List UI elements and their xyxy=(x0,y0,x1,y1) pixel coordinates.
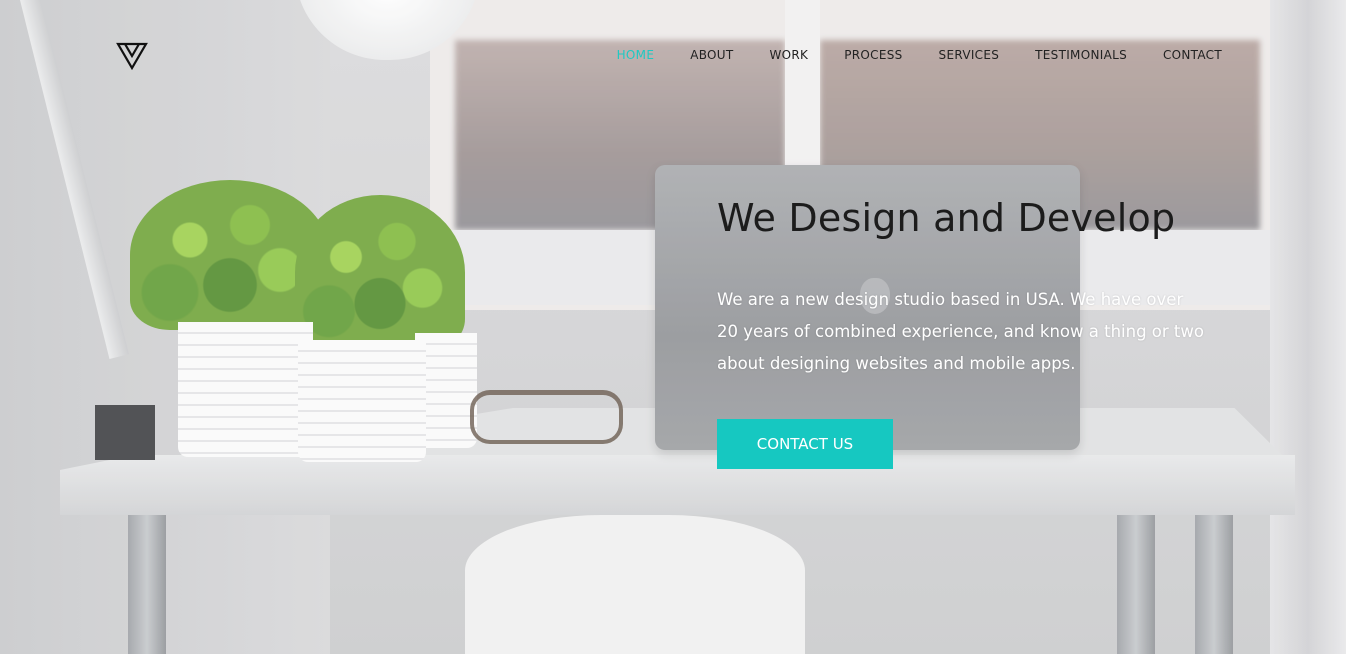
nav-link-work[interactable]: WORK xyxy=(770,48,809,62)
nav-item-process: PROCESS xyxy=(844,46,902,64)
nav-item-about: ABOUT xyxy=(690,46,733,64)
nav-link-process[interactable]: PROCESS xyxy=(844,48,902,62)
nav-item-home: HOME xyxy=(617,46,655,64)
site-logo[interactable] xyxy=(116,42,148,71)
main-navigation: HOME ABOUT WORK PROCESS SERVICES TESTIMO… xyxy=(617,46,1222,64)
nav-link-services[interactable]: SERVICES xyxy=(939,48,1000,62)
hero-description: We are a new design studio based in USA.… xyxy=(717,290,1204,373)
nav-item-services: SERVICES xyxy=(939,46,1000,64)
nav-link-contact[interactable]: CONTACT xyxy=(1163,48,1222,62)
nav-link-home[interactable]: HOME xyxy=(617,48,655,62)
triangle-logo-icon xyxy=(116,42,148,71)
nav-item-contact: CONTACT xyxy=(1163,46,1222,64)
nav-item-testimonials: TESTIMONIALS xyxy=(1035,46,1127,64)
hero-title: We Design and Develop xyxy=(717,196,1176,240)
nav-link-about[interactable]: ABOUT xyxy=(690,48,733,62)
nav-link-testimonials[interactable]: TESTIMONIALS xyxy=(1035,48,1127,62)
contact-us-button[interactable]: CONTACT US xyxy=(717,419,893,469)
nav-item-work: WORK xyxy=(770,46,809,64)
hero-section: HOME ABOUT WORK PROCESS SERVICES TESTIMO… xyxy=(0,0,1346,654)
